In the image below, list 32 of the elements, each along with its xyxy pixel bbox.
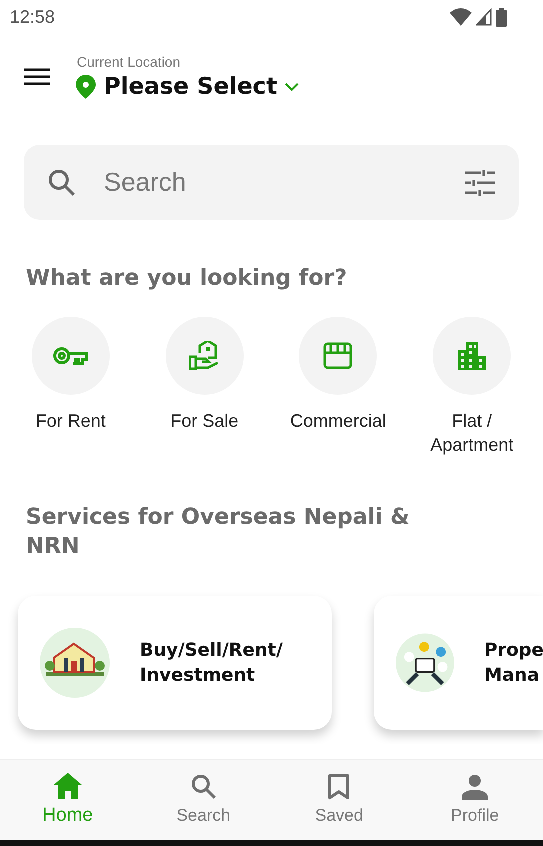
filter-icon[interactable] [465,170,495,196]
bookmark-icon [328,774,350,800]
menu-button[interactable] [24,68,50,86]
chevron-down-icon [285,82,300,92]
house-hand-icon [188,341,221,371]
search-icon [48,168,76,196]
storefront-icon [323,342,354,370]
category-button[interactable]: For Sale [138,317,272,457]
home-icon [54,773,82,799]
category-button[interactable]: Commercial [272,317,406,457]
search-bar[interactable]: Search [24,145,519,220]
building-icon [458,342,486,370]
status-time: 12:58 [10,6,56,28]
search-field[interactable]: Search [102,166,439,199]
nav-tab[interactable]: Profile [407,760,543,840]
service-card[interactable]: Buy/Sell/Rent/ Investment [18,596,332,730]
wifi-icon [450,8,472,26]
location-selector[interactable]: Please Select [76,74,300,100]
battery-icon [496,8,507,26]
category-button[interactable]: Flat / Apartment [405,317,539,457]
section-heading: Services for Overseas Nepali & NRN [25,504,411,561]
search-icon [190,774,217,800]
person-icon [462,774,488,800]
nav-tab[interactable]: Search [136,760,272,840]
nav-tab[interactable]: Saved [272,760,408,840]
service-card[interactable]: Prope Mana [374,596,543,730]
category-button[interactable]: For Rent [4,317,138,457]
house-illustration [40,628,110,698]
signal-icon [476,8,492,26]
location-pin-icon [76,75,96,99]
location-caption: Current Location [77,54,182,70]
section-heading: What are you looking for? [25,266,348,291]
